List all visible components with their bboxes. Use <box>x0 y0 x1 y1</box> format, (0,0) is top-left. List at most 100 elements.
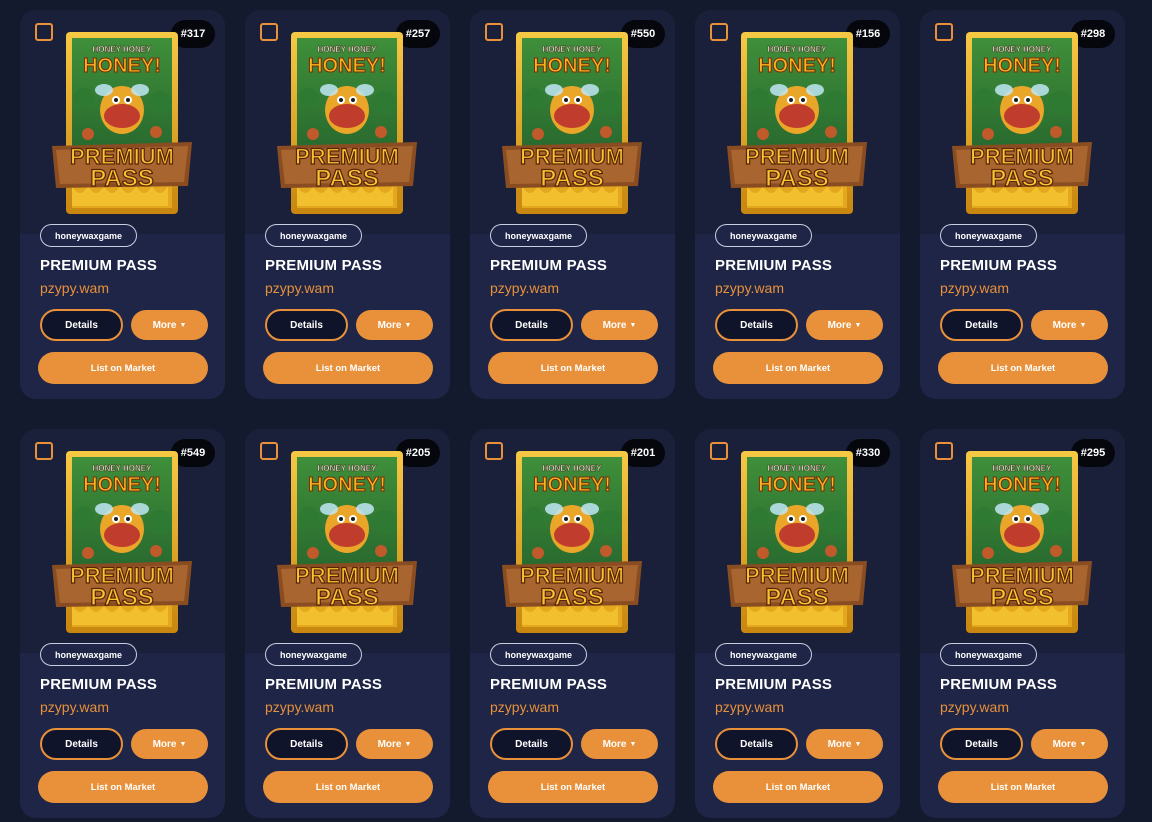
nft-card: #549 HONEY HONEY HONEY! PREMIUM PASS hon… <box>20 429 225 818</box>
list-on-market-button[interactable]: List on Market <box>263 352 433 384</box>
art-main-text: HONEY! <box>533 474 611 496</box>
card-title: PREMIUM PASS <box>715 676 833 693</box>
details-button[interactable]: Details <box>940 728 1023 760</box>
nft-card: #205 HONEY HONEY HONEY! PREMIUM PASS hon… <box>245 429 450 818</box>
collection-tag[interactable]: honeywaxgame <box>265 224 363 247</box>
more-button[interactable]: More ▼ <box>581 729 658 759</box>
art-banner-pass: PASS <box>90 584 154 611</box>
inventory-grid: #317 HONEY HONEY HONEY! PREMIUM PASS hon… <box>20 10 1125 818</box>
more-button[interactable]: More ▼ <box>1031 310 1108 340</box>
more-button[interactable]: More ▼ <box>1031 729 1108 759</box>
premium-pass-artwork: HONEY HONEY HONEY! PREMIUM PASS <box>727 447 867 637</box>
card-owner: pzypy.wam <box>715 699 784 715</box>
nft-card: #201 HONEY HONEY HONEY! PREMIUM PASS hon… <box>470 429 675 818</box>
art-top-text: HONEY HONEY <box>993 464 1053 473</box>
card-title: PREMIUM PASS <box>265 257 383 274</box>
card-owner: pzypy.wam <box>265 699 334 715</box>
list-on-market-button[interactable]: List on Market <box>938 771 1108 803</box>
details-button[interactable]: Details <box>265 728 348 760</box>
premium-pass-artwork: HONEY HONEY HONEY! PREMIUM PASS <box>502 28 642 218</box>
card-owner: pzypy.wam <box>940 280 1009 296</box>
select-checkbox[interactable] <box>35 23 53 41</box>
details-button[interactable]: Details <box>40 728 123 760</box>
collection-tag[interactable]: honeywaxgame <box>40 643 138 666</box>
select-checkbox[interactable] <box>710 442 728 460</box>
more-button[interactable]: More ▼ <box>131 310 208 340</box>
nft-card: #156 HONEY HONEY HONEY! PREMIUM PASS hon… <box>695 10 900 399</box>
details-button[interactable]: Details <box>40 309 123 341</box>
art-banner-pass: PASS <box>765 165 829 192</box>
list-on-market-button[interactable]: List on Market <box>488 352 658 384</box>
collection-tag[interactable]: honeywaxgame <box>265 643 363 666</box>
more-button[interactable]: More ▼ <box>356 310 433 340</box>
select-checkbox[interactable] <box>710 23 728 41</box>
details-button[interactable]: Details <box>265 309 348 341</box>
card-title: PREMIUM PASS <box>490 257 608 274</box>
card-owner: pzypy.wam <box>490 699 559 715</box>
caret-down-icon: ▼ <box>179 321 187 329</box>
collection-tag[interactable]: honeywaxgame <box>940 224 1038 247</box>
list-on-market-button[interactable]: List on Market <box>38 771 208 803</box>
list-on-market-button[interactable]: List on Market <box>938 352 1108 384</box>
list-on-market-button[interactable]: List on Market <box>713 771 883 803</box>
caret-down-icon: ▼ <box>404 321 412 329</box>
collection-tag[interactable]: honeywaxgame <box>490 643 588 666</box>
more-button[interactable]: More ▼ <box>806 310 883 340</box>
art-banner-pass: PASS <box>765 584 829 611</box>
collection-tag[interactable]: honeywaxgame <box>40 224 138 247</box>
details-button[interactable]: Details <box>715 309 798 341</box>
card-title: PREMIUM PASS <box>715 257 833 274</box>
art-top-text: HONEY HONEY <box>543 464 603 473</box>
caret-down-icon: ▼ <box>629 321 637 329</box>
art-banner-pass: PASS <box>315 165 379 192</box>
art-top-text: HONEY HONEY <box>93 464 153 473</box>
select-checkbox[interactable] <box>260 442 278 460</box>
art-banner-pass: PASS <box>990 584 1054 611</box>
select-checkbox[interactable] <box>485 442 503 460</box>
card-owner: pzypy.wam <box>40 280 109 296</box>
premium-pass-artwork: HONEY HONEY HONEY! PREMIUM PASS <box>277 447 417 637</box>
details-button[interactable]: Details <box>940 309 1023 341</box>
art-top-text: HONEY HONEY <box>318 45 378 54</box>
more-button-label: More <box>1052 738 1077 750</box>
art-main-text: HONEY! <box>308 474 386 496</box>
select-checkbox[interactable] <box>935 23 953 41</box>
more-button[interactable]: More ▼ <box>131 729 208 759</box>
more-button-label: More <box>152 319 177 331</box>
list-on-market-button[interactable]: List on Market <box>488 771 658 803</box>
more-button[interactable]: More ▼ <box>356 729 433 759</box>
list-on-market-button[interactable]: List on Market <box>38 352 208 384</box>
select-checkbox[interactable] <box>485 23 503 41</box>
caret-down-icon: ▼ <box>854 321 862 329</box>
more-button[interactable]: More ▼ <box>806 729 883 759</box>
caret-down-icon: ▼ <box>854 740 862 748</box>
collection-tag[interactable]: honeywaxgame <box>715 224 813 247</box>
card-owner: pzypy.wam <box>490 280 559 296</box>
more-button-label: More <box>602 319 627 331</box>
collection-tag[interactable]: honeywaxgame <box>715 643 813 666</box>
art-main-text: HONEY! <box>83 474 161 496</box>
select-checkbox[interactable] <box>260 23 278 41</box>
caret-down-icon: ▼ <box>404 740 412 748</box>
art-main-text: HONEY! <box>758 474 836 496</box>
card-title: PREMIUM PASS <box>940 257 1058 274</box>
art-top-text: HONEY HONEY <box>993 45 1053 54</box>
list-on-market-button[interactable]: List on Market <box>713 352 883 384</box>
art-banner-pass: PASS <box>540 584 604 611</box>
collection-tag[interactable]: honeywaxgame <box>490 224 588 247</box>
more-button-label: More <box>827 738 852 750</box>
select-checkbox[interactable] <box>35 442 53 460</box>
select-checkbox[interactable] <box>935 442 953 460</box>
details-button[interactable]: Details <box>715 728 798 760</box>
more-button-label: More <box>1052 319 1077 331</box>
details-button[interactable]: Details <box>490 728 573 760</box>
list-on-market-button[interactable]: List on Market <box>263 771 433 803</box>
more-button-label: More <box>827 319 852 331</box>
card-title: PREMIUM PASS <box>940 676 1058 693</box>
more-button[interactable]: More ▼ <box>581 310 658 340</box>
details-button[interactable]: Details <box>490 309 573 341</box>
collection-tag[interactable]: honeywaxgame <box>940 643 1038 666</box>
art-main-text: HONEY! <box>533 55 611 77</box>
art-top-text: HONEY HONEY <box>318 464 378 473</box>
art-main-text: HONEY! <box>83 55 161 77</box>
